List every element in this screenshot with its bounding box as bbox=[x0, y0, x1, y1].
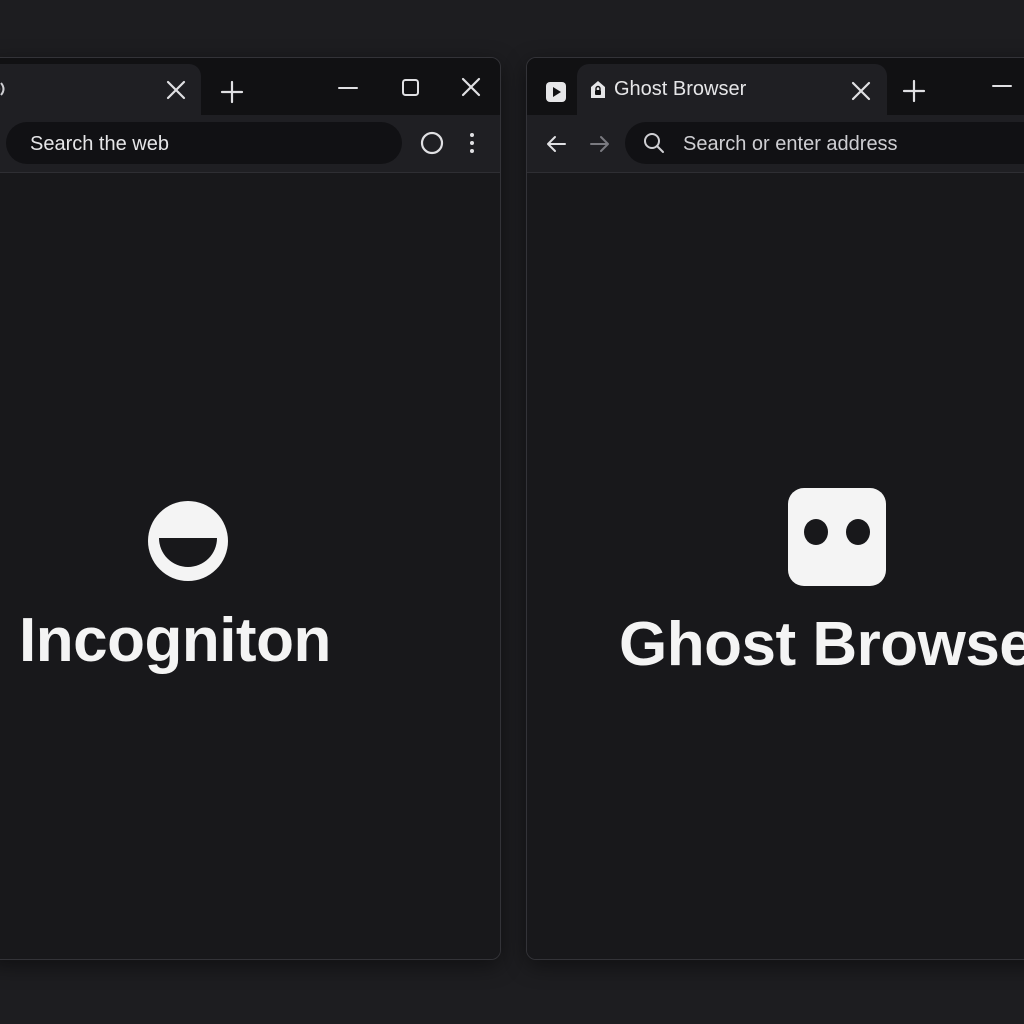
new-tab-plus-icon[interactable] bbox=[899, 76, 929, 106]
tab-strip: Ghost Browser bbox=[527, 58, 1024, 115]
browser-toolbar bbox=[527, 115, 1024, 173]
search-bar[interactable] bbox=[6, 122, 402, 166]
ghost-browser-logo-icon bbox=[787, 487, 887, 587]
new-tab-page: Incogniton bbox=[0, 173, 500, 959]
minimize-icon[interactable] bbox=[333, 74, 363, 104]
maximize-icon[interactable] bbox=[395, 74, 425, 104]
new-tab-page: Ghost Browser bbox=[527, 173, 1024, 959]
back-arrow-icon[interactable] bbox=[541, 129, 571, 159]
tab-strip bbox=[0, 58, 500, 115]
active-tab[interactable] bbox=[0, 64, 201, 115]
search-icon bbox=[643, 132, 665, 154]
tab-favicon-icon bbox=[0, 80, 13, 98]
circle-icon[interactable] bbox=[419, 130, 445, 156]
close-tab-icon[interactable] bbox=[848, 78, 874, 104]
tab-title: Ghost Browser bbox=[614, 78, 747, 100]
new-tab-plus-icon[interactable] bbox=[217, 77, 247, 107]
browser-toolbar bbox=[0, 115, 500, 173]
active-tab[interactable]: Ghost Browser bbox=[577, 64, 887, 115]
address-bar[interactable] bbox=[625, 122, 1024, 166]
play-icon[interactable] bbox=[541, 77, 571, 107]
kebab-menu-icon[interactable] bbox=[461, 130, 483, 156]
brand-name: Incogniton bbox=[19, 606, 331, 675]
incogniton-logo-icon bbox=[147, 500, 229, 582]
desktop: Incogniton Ghost Browser bbox=[0, 0, 1024, 1024]
incogniton-browser-window: Incogniton bbox=[0, 57, 501, 960]
lock-icon bbox=[589, 80, 607, 100]
window-close-icon[interactable] bbox=[456, 72, 486, 102]
minimize-icon[interactable] bbox=[987, 72, 1017, 102]
brand-name: Ghost Browser bbox=[619, 610, 1024, 679]
ghost-browser-window: Ghost Browser Search or enter address Gh… bbox=[526, 57, 1024, 960]
forward-arrow-icon[interactable] bbox=[585, 129, 615, 159]
search-input[interactable] bbox=[28, 122, 390, 166]
close-tab-icon[interactable] bbox=[163, 77, 189, 103]
address-input[interactable] bbox=[681, 122, 1024, 166]
